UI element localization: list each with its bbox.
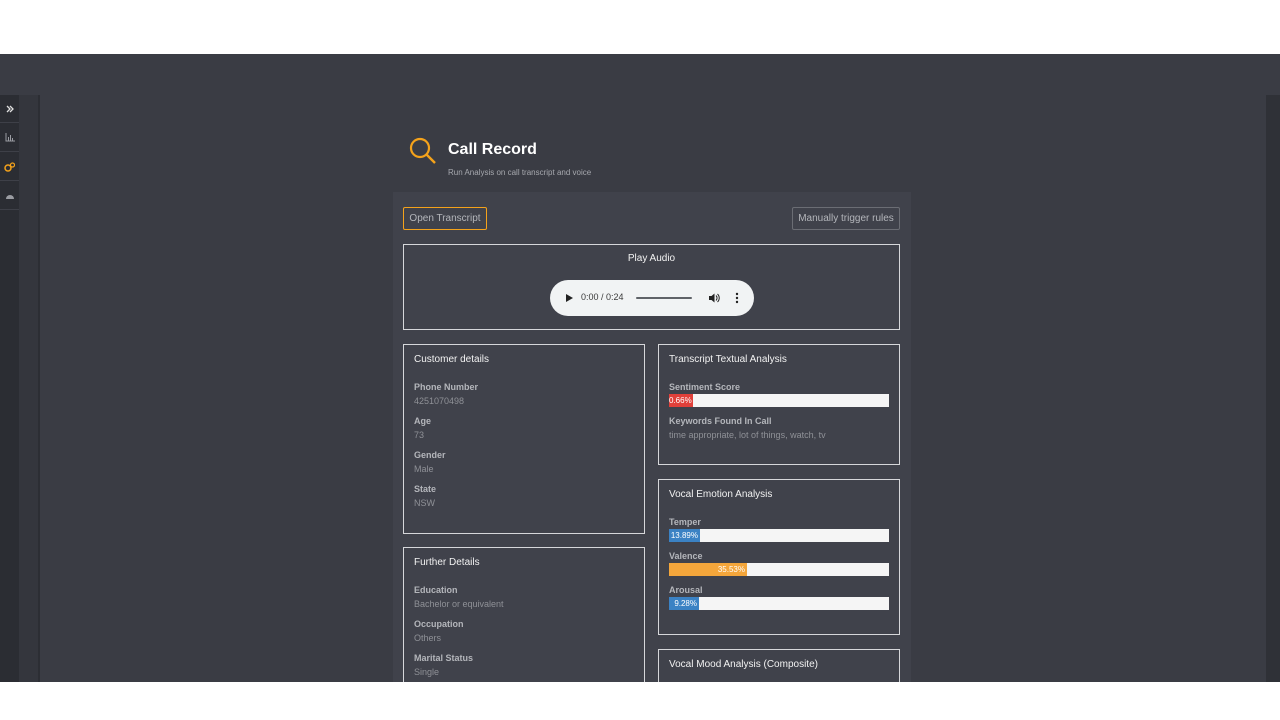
sidebar-item-dashboard[interactable] [0,182,19,210]
right-gutter [1266,95,1280,682]
trigger-rules-button[interactable]: Manually trigger rules [792,207,900,230]
age-label: Age [414,416,432,426]
vocal-mood-title: Vocal Mood Analysis (Composite) [669,659,818,670]
page-subtitle: Run Analysis on call transcript and voic… [448,168,592,177]
phone-label: Phone Number [414,382,479,392]
play-icon[interactable] [564,293,574,303]
sentiment-bar: 0.66% [669,394,889,407]
more-options-icon[interactable] [734,292,740,304]
customer-details-card: Customer details Phone Number 4251070498… [403,344,645,534]
textual-analysis-title: Transcript Textual Analysis [669,354,787,365]
education-label: Education [414,585,458,595]
audio-time: 0:00 / 0:24 [581,292,624,302]
keywords-label: Keywords Found In Call [669,416,772,426]
temper-label: Temper [669,517,701,527]
sidebar-item-settings[interactable] [0,153,19,181]
keywords-value: time appropriate, lot of things, watch, … [669,430,826,440]
further-details-card: Further Details Education Bachelor or eq… [403,547,645,682]
marital-status-value: Single [414,667,440,677]
temper-bar: 13.89% [669,529,889,542]
audio-card-title: Play Audio [627,253,676,264]
volume-icon[interactable] [708,292,720,304]
chevron-double-right-icon [6,105,14,112]
state-label: State [414,484,437,494]
occupation-label: Occupation [414,619,464,629]
sentiment-value: 0.66% [669,396,692,405]
open-transcript-button[interactable]: Open Transcript [403,207,487,230]
valence-bar: 35.53% [669,563,889,576]
education-value: Bachelor or equivalent [414,599,504,609]
vocal-emotion-card: Vocal Emotion Analysis Temper 13.89% Val… [658,479,900,635]
valence-value: 35.53% [717,565,745,574]
vocal-mood-card: Vocal Mood Analysis (Composite) [658,649,900,682]
textual-analysis-card: Transcript Textual Analysis Sentiment Sc… [658,344,900,465]
age-value: 73 [414,430,425,440]
left-gutter [19,95,40,682]
gender-label: Gender [414,450,446,460]
arousal-label: Arousal [669,585,703,595]
sidebar-expand-button[interactable] [0,95,19,123]
further-details-title: Further Details [414,557,480,568]
phone-value: 4251070498 [414,396,465,406]
audio-seek-bar[interactable] [636,297,692,299]
sentiment-label: Sentiment Score [669,382,741,392]
app-content: Call Record Run Analysis on call transcr… [0,54,1280,682]
vocal-emotion-title: Vocal Emotion Analysis [669,489,773,500]
dashboard-icon [5,194,14,199]
arousal-bar: 9.28% [669,597,889,610]
occupation-value: Others [414,633,442,643]
customer-details-title: Customer details [414,354,490,365]
sidebar [0,95,19,682]
temper-value: 13.89% [670,531,698,540]
magnifier-icon [409,137,436,164]
marital-status-label: Marital Status [414,653,474,663]
valence-label: Valence [669,551,703,561]
cogs-icon [4,161,15,172]
sidebar-item-reports[interactable] [0,124,19,152]
audio-card: Play Audio 0:00 / 0:24 [403,244,900,330]
state-value: NSW [414,498,435,508]
bar-chart-icon [5,133,15,142]
arousal-value: 9.28% [674,599,697,608]
page-title: Call Record [448,141,537,158]
gender-value: Male [414,464,434,474]
audio-player[interactable]: 0:00 / 0:24 [550,280,754,316]
